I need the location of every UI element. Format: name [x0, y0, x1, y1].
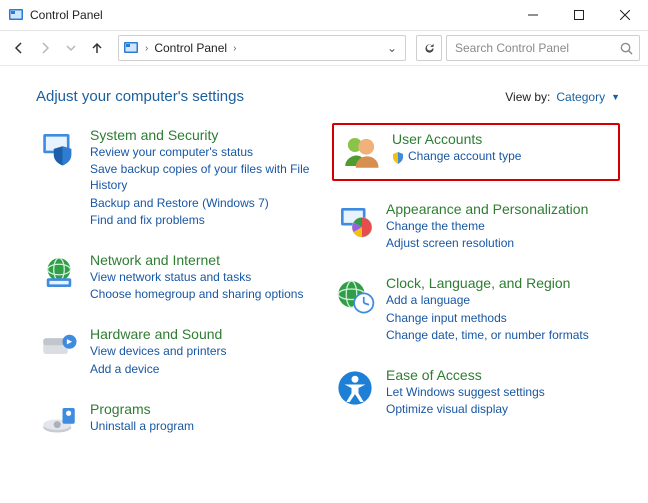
category-link[interactable]: Choose homegroup and sharing options	[90, 286, 303, 302]
category-link[interactable]: View network status and tasks	[90, 269, 303, 285]
programs-icon	[38, 401, 80, 443]
search-box[interactable]	[446, 35, 640, 61]
breadcrumb-separator: ›	[145, 43, 148, 54]
maximize-button[interactable]	[556, 0, 602, 30]
category-title[interactable]: Hardware and Sound	[90, 326, 227, 342]
appearance-personalization-icon	[334, 201, 376, 243]
category-appearance-personalization: Appearance and Personalization Change th…	[332, 197, 620, 255]
recent-locations-button[interactable]	[60, 37, 82, 59]
category-link[interactable]: Change input methods	[386, 310, 589, 326]
category-link[interactable]: Adjust screen resolution	[386, 235, 588, 251]
category-link[interactable]: Uninstall a program	[90, 418, 194, 434]
control-panel-icon	[123, 40, 139, 56]
category-link[interactable]: Optimize visual display	[386, 401, 545, 417]
view-by-label: View by:	[505, 90, 550, 104]
category-title[interactable]: Ease of Access	[386, 367, 545, 383]
window-title: Control Panel	[30, 8, 103, 22]
category-link[interactable]: Review your computer's status	[90, 144, 322, 160]
category-title[interactable]: Network and Internet	[90, 252, 303, 268]
network-internet-icon	[38, 252, 80, 294]
page-heading: Adjust your computer's settings	[36, 88, 244, 105]
category-title[interactable]: Programs	[90, 401, 194, 417]
category-link[interactable]: View devices and printers	[90, 343, 227, 359]
category-title[interactable]: Clock, Language, and Region	[386, 275, 589, 291]
clock-language-region-icon	[334, 275, 376, 317]
view-by: View by: Category ▼	[505, 90, 620, 104]
category-link[interactable]: Backup and Restore (Windows 7)	[90, 195, 322, 211]
search-icon	[620, 42, 633, 55]
system-security-icon	[38, 127, 80, 169]
breadcrumb-root[interactable]: Control Panel	[154, 41, 227, 55]
address-bar[interactable]: › Control Panel › ⌄	[118, 35, 406, 61]
uac-shield-icon	[392, 152, 404, 164]
category-link[interactable]: Save backup copies of your files with Fi…	[90, 161, 322, 193]
address-dropdown-button[interactable]: ⌄	[383, 41, 401, 55]
category-link[interactable]: Change account type	[392, 148, 521, 164]
content-header: Adjust your computer's settings View by:…	[36, 88, 620, 105]
view-by-value[interactable]: Category	[556, 90, 605, 104]
up-button[interactable]	[86, 37, 108, 59]
category-user-accounts: User Accounts Change account type	[332, 123, 620, 181]
category-link-label: Change account type	[408, 148, 521, 164]
search-input[interactable]	[453, 40, 614, 56]
toolbar: › Control Panel › ⌄	[0, 31, 648, 66]
close-button[interactable]	[602, 0, 648, 30]
category-link[interactable]: Find and fix problems	[90, 212, 322, 228]
category-title[interactable]: Appearance and Personalization	[386, 201, 588, 217]
category-link[interactable]: Let Windows suggest settings	[386, 384, 545, 400]
category-ease-of-access: Ease of Access Let Windows suggest setti…	[332, 363, 620, 421]
minimize-button[interactable]	[510, 0, 556, 30]
control-panel-icon	[8, 7, 24, 23]
category-title[interactable]: User Accounts	[392, 131, 521, 147]
category-system-security: System and Security Review your computer…	[36, 123, 324, 232]
user-accounts-icon	[340, 131, 382, 173]
category-link[interactable]: Change the theme	[386, 218, 588, 234]
category-column-left: System and Security Review your computer…	[36, 123, 324, 463]
forward-button[interactable]	[34, 37, 56, 59]
refresh-button[interactable]	[416, 35, 442, 61]
titlebar: Control Panel	[0, 0, 648, 31]
category-hardware-sound: Hardware and Sound View devices and prin…	[36, 322, 324, 380]
back-button[interactable]	[8, 37, 30, 59]
hardware-sound-icon	[38, 326, 80, 368]
content: Adjust your computer's settings View by:…	[0, 66, 648, 483]
category-network-internet: Network and Internet View network status…	[36, 248, 324, 306]
category-title[interactable]: System and Security	[90, 127, 322, 143]
ease-of-access-icon	[334, 367, 376, 409]
category-clock-language-region: Clock, Language, and Region Add a langua…	[332, 271, 620, 347]
chevron-down-icon[interactable]: ▼	[611, 92, 620, 102]
category-column-right: User Accounts Change account type Appear…	[332, 123, 620, 463]
category-link[interactable]: Change date, time, or number formats	[386, 327, 589, 343]
category-link[interactable]: Add a language	[386, 292, 589, 308]
category-link[interactable]: Add a device	[90, 361, 227, 377]
category-programs: Programs Uninstall a program	[36, 397, 324, 447]
breadcrumb-separator: ›	[233, 43, 236, 54]
